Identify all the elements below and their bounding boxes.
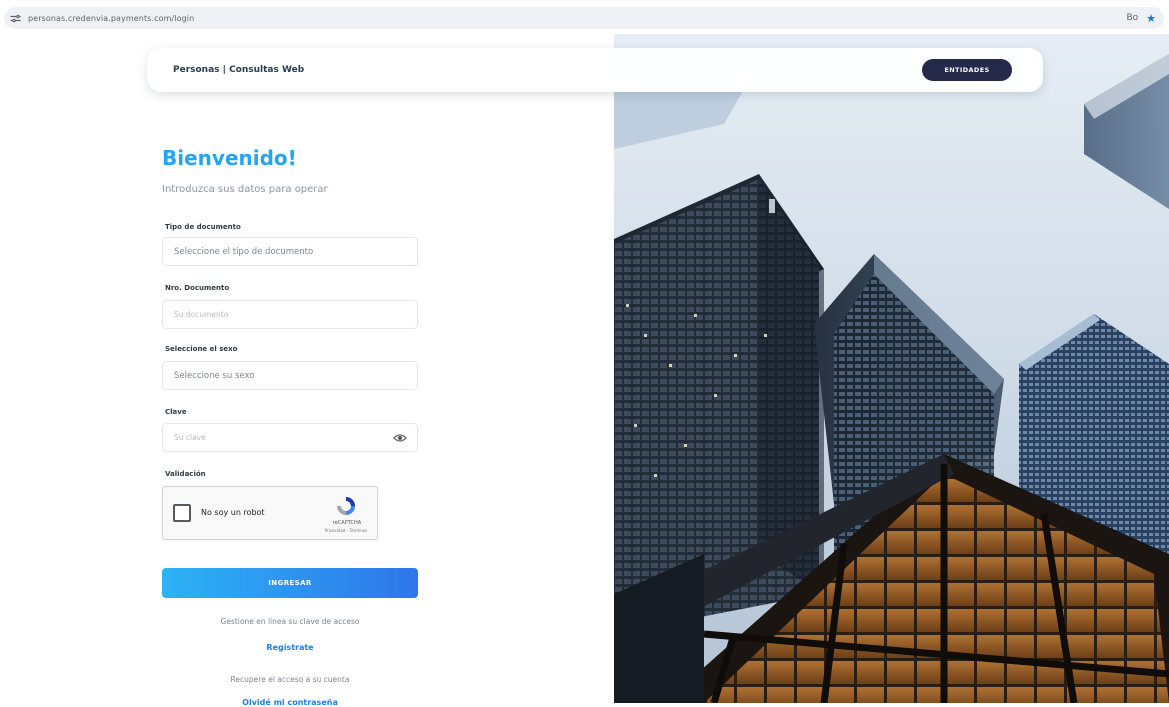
document-number-label: Nro. Documento — [165, 284, 230, 292]
recaptcha-logo-icon — [334, 494, 358, 518]
brand-title[interactable]: Personas | Consultas Web — [173, 65, 304, 75]
welcome-title: Bienvenido! — [162, 146, 297, 170]
recover-help-text: Recupere el acceso a su cuenta — [230, 675, 350, 684]
top-navigation: Personas | Consultas Web ENTIDADES — [147, 48, 1043, 92]
site-settings-icon[interactable] — [4, 7, 26, 29]
recaptcha-widget: No soy un robot reCAPTCHA Privacidad - T… — [162, 486, 378, 540]
login-button[interactable]: INGRESAR — [162, 568, 418, 598]
profile-label[interactable]: Bo — [1126, 13, 1138, 23]
recaptcha-label: No soy un robot — [201, 508, 265, 517]
password-label: Clave — [165, 408, 187, 416]
hero-skyscrapers-image — [614, 34, 1169, 703]
browser-address-bar: personas.credenvia.payments.com/login Bo… — [0, 0, 1169, 34]
sex-label: Seleccione el sexo — [165, 345, 238, 353]
password-placeholder: Su clave — [174, 433, 206, 442]
recaptcha-checkbox[interactable] — [173, 504, 191, 522]
recaptcha-terms[interactable]: Privacidad - Términos — [313, 528, 379, 533]
address-bar-actions: Bo ★ — [1126, 7, 1156, 29]
document-type-label: Tipo de documento — [165, 223, 241, 231]
register-link[interactable]: Regístrate — [162, 643, 418, 652]
url-field[interactable]: personas.credenvia.payments.com/login Bo… — [4, 7, 1164, 29]
register-help-text: Gestione en línea su clave de acceso — [220, 617, 360, 626]
entidades-button[interactable]: ENTIDADES — [922, 59, 1012, 81]
sex-select[interactable]: Seleccione su sexo — [162, 361, 418, 390]
document-number-input[interactable]: Su documento — [162, 300, 418, 329]
url-text: personas.credenvia.payments.com/login — [28, 13, 195, 23]
welcome-subtitle: Introduzca sus datos para operar — [162, 184, 328, 195]
password-input[interactable]: Su clave — [162, 423, 418, 452]
document-type-select[interactable]: Seleccione el tipo de documento — [162, 237, 418, 266]
star-icon[interactable]: ★ — [1146, 12, 1156, 25]
recaptcha-brand: reCAPTCHA — [332, 520, 362, 526]
validation-label: Validación — [165, 470, 206, 478]
eye-icon[interactable] — [393, 431, 407, 445]
